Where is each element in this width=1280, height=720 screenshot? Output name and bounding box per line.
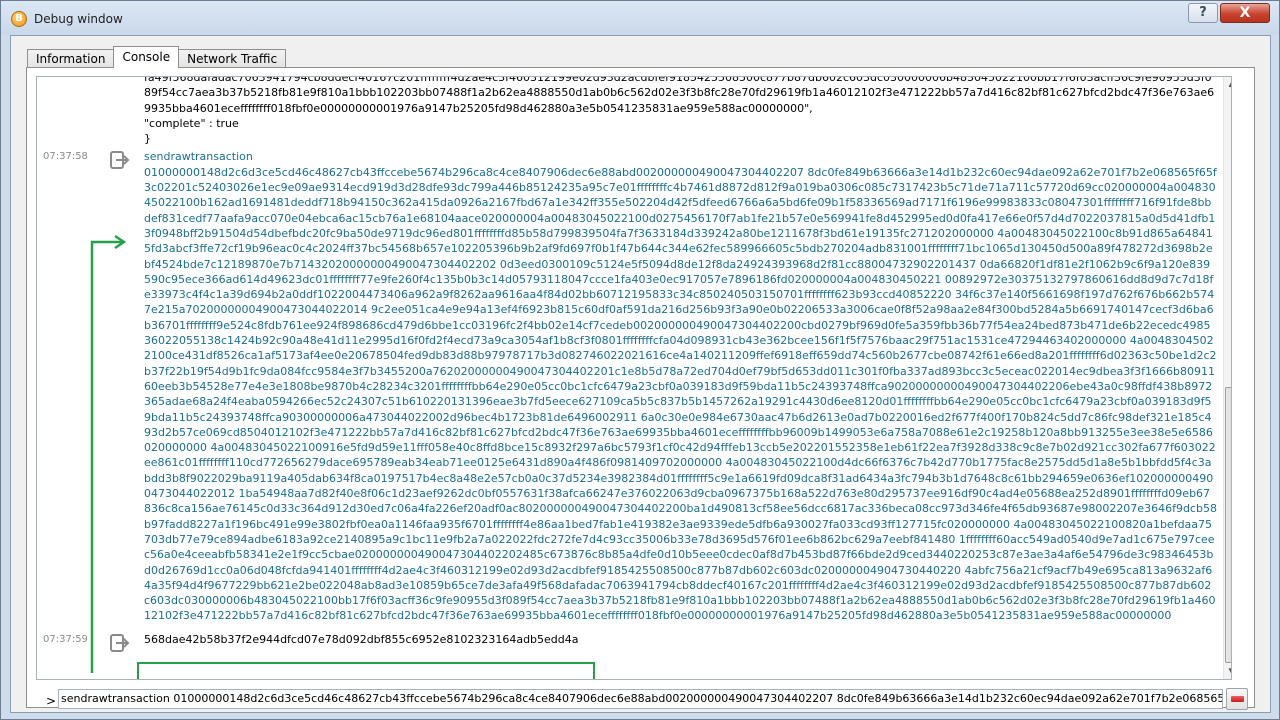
console-command-input[interactable]: sendrawtransaction 01000000148d2c6d3ce5c…: [58, 689, 1223, 709]
clear-console-button[interactable]: [1226, 688, 1248, 710]
console-entry-result: 07:37:59 568dae42b58b37f2e944dfcd07e78d0…: [37, 632, 1217, 652]
scroll-up-icon[interactable]: ▲: [1224, 77, 1231, 93]
scroll-thumb[interactable]: [1225, 387, 1231, 663]
client-area: Information Console Network Traffic fa49…: [10, 35, 1271, 713]
clear-console-icon: [1231, 696, 1244, 702]
console-scrollbar[interactable]: ▲ ▼: [1223, 77, 1231, 679]
tab-bar: Information Console Network Traffic: [27, 46, 287, 68]
txid-highlight-box: [137, 662, 595, 679]
title-bar[interactable]: B Debug window ? X: [1, 1, 1279, 35]
console-output[interactable]: fa49f568dafadac7063941794cb8ddecf40167c2…: [36, 76, 1232, 680]
console-command-text: sendrawtransaction 01000000148d2c6d3ce5c…: [144, 150, 1217, 623]
console-panel: fa49f568dafadac7063941794cb8ddecf40167c2…: [26, 67, 1255, 710]
tab-network-traffic[interactable]: Network Traffic: [178, 49, 287, 68]
tab-console[interactable]: Console: [113, 46, 180, 68]
console-prompt: >: [46, 694, 57, 708]
console-messages: fa49f568dafadac7063941794cb8ddecf40167c2…: [37, 76, 1217, 652]
help-button[interactable]: ?: [1188, 3, 1218, 23]
bitcoin-app-icon: B: [11, 11, 27, 27]
window-title: Debug window: [34, 12, 123, 26]
scroll-down-icon[interactable]: ▼: [1224, 663, 1231, 679]
console-reply-text: fa49f568dafadac7063941794cb8ddecf40167c2…: [144, 76, 1215, 146]
console-entry-command: 07:37:58 sendrawtransaction 01000000148d…: [37, 149, 1217, 623]
console-entry-reply: fa49f568dafadac7063941794cb8ddecf40167c2…: [37, 76, 1217, 146]
close-button[interactable]: X: [1220, 3, 1270, 23]
green-annotation-arrow: [90, 234, 127, 673]
debug-window: B Debug window ? X Information Console N…: [0, 0, 1280, 720]
tab-information[interactable]: Information: [27, 49, 115, 68]
console-result-txid: 568dae42b58b37f2e944dfcd07e78d092dbf855c…: [144, 632, 579, 646]
